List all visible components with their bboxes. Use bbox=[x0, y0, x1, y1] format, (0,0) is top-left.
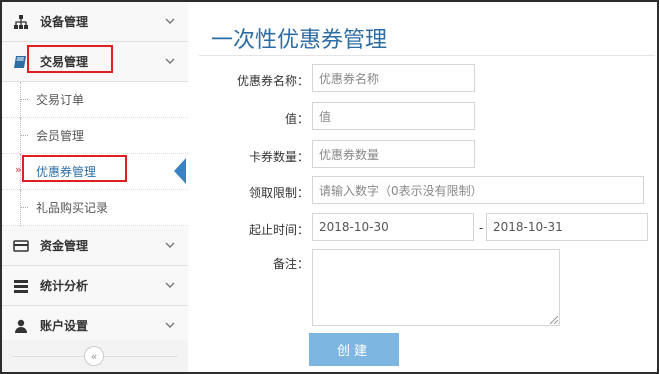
chevron-down-icon bbox=[164, 319, 176, 331]
server-icon bbox=[12, 277, 30, 295]
period-label: 起止时间： bbox=[248, 223, 309, 237]
page-title: 一次性优惠券管理 bbox=[211, 28, 388, 53]
chevron-down-icon bbox=[164, 55, 176, 67]
chevron-down-icon bbox=[164, 279, 176, 291]
credit-card-icon bbox=[12, 237, 30, 255]
sidebar-group-stats[interactable]: 统计分析 bbox=[2, 266, 188, 306]
remark-textarea[interactable] bbox=[312, 249, 560, 326]
sidebar-item-label: 交易订单 bbox=[36, 93, 85, 107]
sidebar-group-label: 设备管理 bbox=[40, 15, 89, 29]
tree-dash bbox=[20, 135, 28, 136]
tree-line bbox=[20, 190, 21, 226]
sidebar-item-label: 会员管理 bbox=[36, 129, 85, 143]
chevron-down-icon bbox=[164, 239, 176, 251]
chevron-down-icon bbox=[164, 15, 176, 27]
coupon-name-label: 优惠券名称： bbox=[236, 74, 309, 88]
create-button[interactable]: 创建 bbox=[309, 333, 399, 366]
sitemap-icon bbox=[12, 13, 30, 31]
collapse-sidebar-button[interactable]: « bbox=[84, 346, 104, 366]
sidebar-item-members[interactable]: 会员管理 bbox=[2, 118, 188, 154]
tree-line bbox=[20, 118, 21, 154]
start-date-input[interactable]: 2018-10-30 bbox=[312, 213, 474, 241]
sidebar-group-label: 资金管理 bbox=[40, 239, 89, 253]
sidebar-item-label: 礼品购买记录 bbox=[36, 201, 109, 215]
sidebar-item-gift-records[interactable]: 礼品购买记录 bbox=[2, 190, 188, 226]
highlight-box-coupons bbox=[22, 155, 127, 182]
sidebar-group-label: 统计分析 bbox=[40, 279, 89, 293]
current-marker: » bbox=[15, 163, 22, 176]
divider bbox=[199, 55, 655, 56]
highlight-box-trade bbox=[27, 45, 113, 73]
resize-grip-icon[interactable] bbox=[550, 316, 558, 324]
tree-line bbox=[20, 82, 21, 118]
coupon-name-input[interactable]: 优惠券名称 bbox=[312, 64, 475, 92]
coupon-count-label: 卡券数量： bbox=[248, 150, 309, 164]
sidebar-group-label: 账户设置 bbox=[40, 319, 89, 333]
user-icon bbox=[12, 317, 30, 335]
tree-dash bbox=[20, 207, 28, 208]
sidebar-group-device[interactable]: 设备管理 bbox=[2, 2, 188, 42]
active-item-arrow-icon bbox=[174, 158, 186, 184]
coupon-count-input[interactable]: 优惠券数量 bbox=[312, 140, 475, 168]
value-label: 值： bbox=[284, 112, 309, 126]
sidebar-group-funds[interactable]: 资金管理 bbox=[2, 226, 188, 266]
tree-dash bbox=[20, 99, 28, 100]
main-content: 一次性优惠券管理 优惠券名称： 优惠券名称 值： 值 卡券数量： 优惠券数量 领… bbox=[189, 2, 657, 372]
sidebar-item-trade-orders[interactable]: 交易订单 bbox=[2, 82, 188, 118]
date-range-separator: - bbox=[479, 221, 484, 235]
end-date-input[interactable]: 2018-10-31 bbox=[486, 213, 648, 241]
remark-label: 备注： bbox=[272, 257, 309, 271]
sidebar-collapse-bar: « bbox=[2, 340, 188, 372]
value-input[interactable]: 值 bbox=[312, 102, 475, 130]
claim-limit-input[interactable]: 请输入数字（0表示没有限制） bbox=[312, 176, 644, 204]
claim-limit-label: 领取限制： bbox=[248, 186, 309, 200]
